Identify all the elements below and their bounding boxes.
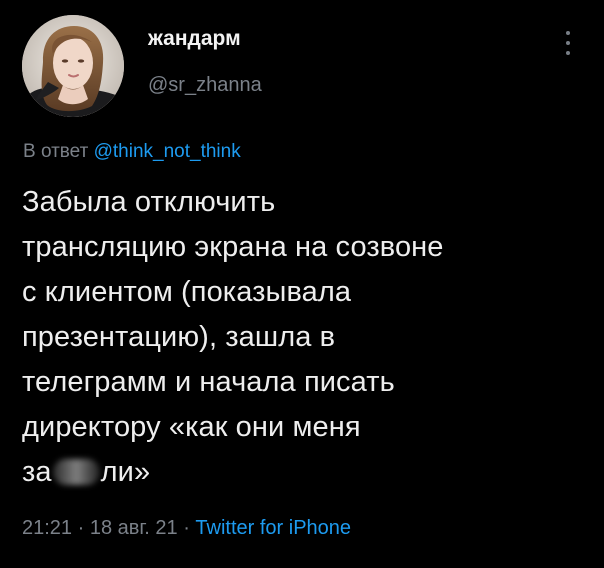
tweet-source-link[interactable]: Twitter for iPhone (195, 517, 351, 539)
tweet-line-7: за ли» (22, 450, 602, 495)
tweet-time: 21:21 (22, 517, 73, 539)
reply-mention-link[interactable]: @think_not_think (94, 141, 241, 162)
avatar[interactable] (22, 15, 124, 117)
tweet-line-6: директору «как они меня (22, 411, 361, 443)
censored-text (52, 459, 100, 485)
meta-separator-1: · (77, 517, 85, 539)
more-vertical-icon[interactable] (559, 29, 577, 59)
tweet-line-4: презентацию), зашла в (22, 321, 336, 353)
tweet-meta: 21:21 · 18 авг. 21 · Twitter for iPhone (22, 517, 351, 540)
meta-separator-2: · (183, 517, 190, 539)
profile-photo-icon (22, 15, 124, 117)
tweet-line-2: трансляцию экрана на созвоне (22, 231, 444, 263)
tweet-header: жандарм @sr_zhanna (0, 0, 604, 130)
tweet-line-1: Забыла отключить (22, 186, 276, 218)
tweet-card: жандарм @sr_zhanna В ответ @think_not_th… (0, 0, 604, 568)
author-handle[interactable]: @sr_zhanna (148, 74, 262, 97)
reply-context: В ответ @think_not_think (23, 141, 241, 163)
tweet-date: 18 авг. 21 (89, 517, 178, 539)
reply-prefix: В ответ (23, 141, 89, 162)
tweet-line-7-end: ли» (100, 456, 151, 488)
tweet-text: Забыла отключить трансляцию экрана на со… (22, 180, 602, 495)
author-name[interactable]: жандарм (148, 27, 241, 51)
tweet-line-5: телеграмм и начала писать (22, 366, 395, 398)
tweet-line-7-start: за (22, 456, 52, 488)
tweet-line-3: с клиентом (показывала (22, 276, 352, 308)
